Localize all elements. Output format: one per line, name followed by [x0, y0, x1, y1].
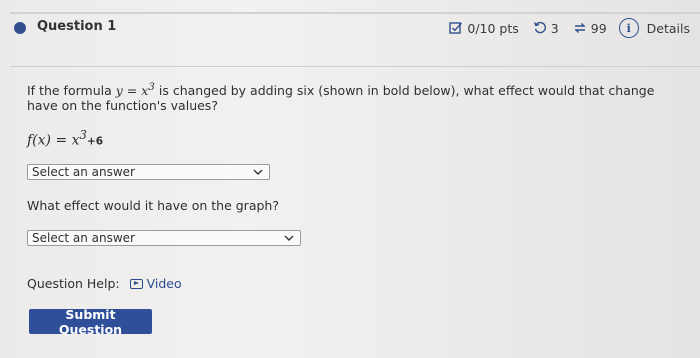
retry-icon: [533, 21, 547, 35]
answer-select-1[interactable]: Select an answer: [27, 164, 270, 180]
question-meta: 0/10 pts 3 99 i Details: [449, 18, 690, 38]
chevron-down-icon: [284, 235, 294, 241]
edit-checkbox-icon: [449, 21, 463, 35]
prompt-text-start: If the formula: [27, 83, 116, 99]
question-prompt: If the formula y = x3 is changed by addi…: [27, 80, 687, 113]
header-divider: [10, 66, 700, 67]
video-link-label: Video: [146, 276, 182, 291]
submissions-count: 99: [590, 20, 607, 36]
formula-bold-part: +6: [86, 135, 104, 148]
video-icon: [129, 278, 143, 289]
submissions-icon: [573, 21, 587, 35]
question-title: Question 1: [37, 19, 117, 34]
question-help-label: Question Help:: [27, 276, 120, 291]
prompt-formula-exponent: 3: [148, 81, 155, 93]
top-divider: [10, 12, 700, 14]
chevron-down-icon: [253, 169, 263, 175]
video-link[interactable]: Video: [129, 276, 182, 291]
question-status-dot: [14, 22, 26, 34]
modified-formula: f(x) = x3+6: [27, 128, 103, 149]
submit-question-button[interactable]: Submit Question: [29, 307, 152, 337]
attempts-count: 3: [550, 20, 559, 36]
formula-lhs: f(x) = x: [27, 132, 80, 149]
points-text: 0/10 pts: [467, 20, 519, 36]
question-help: Question Help: Video: [27, 276, 182, 291]
info-icon[interactable]: i: [618, 18, 639, 38]
details-link[interactable]: Details: [647, 21, 690, 36]
formula-exponent: 3: [79, 128, 87, 142]
answer-select-2[interactable]: Select an answer: [27, 230, 301, 246]
prompt-formula: y = x3: [115, 81, 155, 99]
answer-select-1-value: Select an answer: [32, 165, 135, 179]
answer-select-2-value: Select an answer: [32, 231, 135, 245]
graph-effect-question: What effect would it have on the graph?: [27, 198, 279, 213]
prompt-formula-base: y = x: [115, 83, 149, 99]
